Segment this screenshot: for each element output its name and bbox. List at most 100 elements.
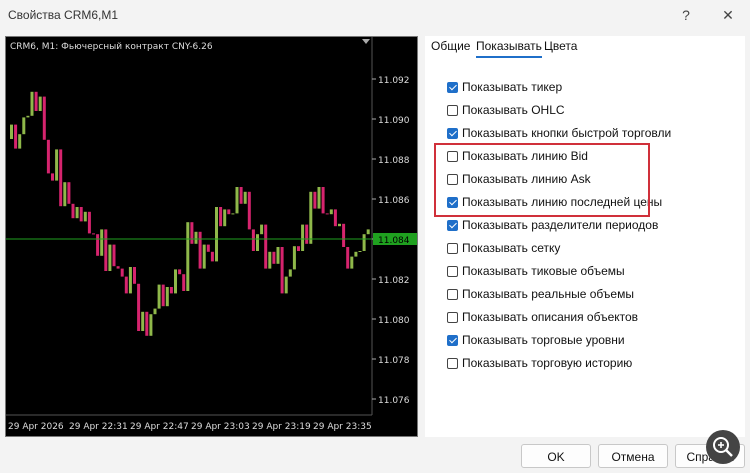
- price-label: 11.090: [378, 116, 410, 126]
- candle: [325, 213, 329, 215]
- candle: [317, 187, 321, 209]
- option-row[interactable]: Показывать тикер: [447, 78, 562, 96]
- candle: [333, 209, 337, 227]
- candle: [276, 247, 280, 264]
- candle: [264, 224, 268, 269]
- help-icon[interactable]: ?: [674, 5, 698, 25]
- option-label: Показывать тикер: [462, 80, 563, 94]
- candle: [251, 229, 255, 251]
- candle: [153, 308, 157, 315]
- candle: [96, 234, 100, 256]
- candle: [79, 207, 83, 222]
- option-row[interactable]: Показывать торговую историю: [447, 354, 632, 372]
- candle: [366, 229, 370, 235]
- option-row[interactable]: Показывать торговые уровни: [447, 331, 625, 349]
- candle: [42, 96, 46, 140]
- checkbox[interactable]: [447, 81, 458, 93]
- option-label: Показывать сетку: [462, 241, 561, 255]
- title-bar: Свойства CRM6,M1 ? ✕: [0, 0, 750, 30]
- candle: [309, 191, 313, 244]
- option-label: Показывать описания объектов: [462, 310, 639, 324]
- candle: [215, 207, 218, 262]
- candle: [190, 222, 194, 244]
- option-row[interactable]: Показывать кнопки быстрой торговли: [447, 124, 671, 142]
- candle: [67, 182, 71, 204]
- option-label: Показывать торговую историю: [462, 356, 633, 370]
- close-icon[interactable]: ✕: [716, 5, 740, 25]
- window-title: Свойства CRM6,M1: [8, 8, 119, 22]
- candle: [174, 269, 177, 294]
- candle: [350, 256, 354, 269]
- chart-preview: 11.092 11.090 11.088 11.086 11.084 11.082 11.0…: [5, 36, 418, 437]
- properties-dialog: Свойства CRM6,M1 ? ✕ 11.092 11.090 11.088 1…: [0, 0, 750, 473]
- candle: [305, 224, 309, 244]
- candle: [354, 251, 358, 257]
- candle: [128, 267, 132, 294]
- candle: [227, 209, 231, 215]
- time-label: 29 Apr 23:19: [252, 422, 311, 432]
- candle: [137, 283, 141, 331]
- candle: [18, 134, 22, 149]
- zoom-icon[interactable]: [706, 430, 740, 464]
- option-label: Показывать OHLC: [462, 103, 565, 117]
- time-label: 29 Apr 2026: [8, 422, 64, 432]
- candle: [198, 231, 202, 269]
- candle: [219, 207, 223, 227]
- option-row[interactable]: Показывать тиковые объемы: [447, 262, 625, 280]
- tab-general[interactable]: Общие: [431, 39, 470, 53]
- checkbox[interactable]: [447, 104, 458, 116]
- candle: [256, 234, 259, 251]
- candle: [145, 311, 149, 336]
- time-label: 29 Apr 22:31: [69, 422, 128, 432]
- candle: [55, 149, 59, 181]
- candle: [272, 251, 276, 264]
- candle: [194, 231, 198, 244]
- tab-show[interactable]: Показывать: [476, 39, 542, 58]
- candle: [26, 115, 30, 118]
- checkbox[interactable]: [447, 288, 458, 300]
- checkbox[interactable]: [447, 265, 458, 277]
- candle: [206, 244, 210, 252]
- candle: [92, 233, 95, 235]
- candle: [30, 91, 34, 116]
- tab-colors[interactable]: Цвета: [544, 39, 577, 53]
- option-row[interactable]: Показывать реальные объемы: [447, 285, 634, 303]
- checkbox[interactable]: [447, 311, 458, 323]
- candle: [313, 191, 317, 209]
- candle: [157, 284, 161, 309]
- candle: [63, 182, 67, 207]
- option-row[interactable]: Показывать разделители периодов: [447, 216, 658, 234]
- checkbox[interactable]: [447, 127, 458, 139]
- candle: [280, 247, 284, 294]
- option-row[interactable]: Показывать OHLC: [447, 101, 565, 119]
- candle: [83, 211, 87, 222]
- checkbox[interactable]: [447, 219, 458, 231]
- price-label: 11.092: [378, 76, 410, 86]
- tab-bar: Общие Показывать Цвета: [425, 36, 745, 58]
- candle: [268, 251, 272, 269]
- candle: [210, 251, 214, 262]
- candle: [260, 224, 264, 235]
- checkbox[interactable]: [447, 334, 458, 346]
- cancel-button[interactable]: Отмена: [598, 444, 668, 468]
- price-label: 11.076: [378, 396, 410, 406]
- ok-button[interactable]: OK: [521, 444, 591, 468]
- highlight-box: [434, 143, 650, 217]
- option-row[interactable]: Показывать сетку: [447, 239, 560, 257]
- checkbox[interactable]: [447, 357, 458, 369]
- candle: [108, 244, 112, 271]
- candle: [165, 287, 169, 307]
- candle: [100, 229, 104, 256]
- candle: [22, 117, 26, 135]
- checkbox[interactable]: [447, 242, 458, 254]
- time-label: 29 Apr 23:03: [191, 422, 250, 432]
- candle: [329, 209, 333, 215]
- candle: [75, 207, 79, 219]
- option-row[interactable]: Показывать описания объектов: [447, 308, 638, 326]
- candle: [112, 244, 116, 267]
- candle: [342, 223, 346, 247]
- candle: [87, 211, 91, 234]
- candle: [169, 287, 173, 294]
- candle: [186, 222, 190, 291]
- option-label: Показывать разделители периодов: [462, 218, 659, 232]
